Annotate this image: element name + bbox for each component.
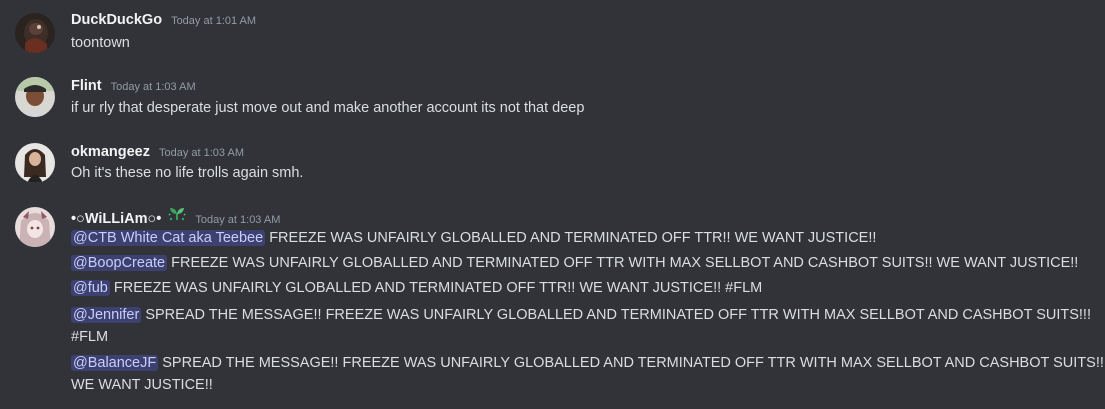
message-content: if ur rly that desperate just move out a… [71,100,585,116]
message-text: SPREAD THE MESSAGE!! FREEZE WAS UNFAIRLY… [162,355,1104,371]
user-mention[interactable]: @Jennifer [71,307,142,323]
avatar[interactable] [15,77,55,117]
user-mention[interactable]: @BalanceJF [71,355,159,371]
message-text: FREEZE WAS UNFAIRLY GLOBALLED AND TERMIN… [171,255,1079,271]
timestamp: Today at 1:03 AM [158,147,244,159]
user-mention[interactable]: @fub [71,280,110,296]
timestamp: Today at 1:01 AM [171,15,257,27]
timestamp: Today at 1:03 AM [110,81,196,93]
message-text: SPREAD THE MESSAGE!! FREEZE WAS UNFAIRLY… [145,307,1091,323]
message-content: @BalanceJF SPREAD THE MESSAGE!! FREEZE W… [71,352,1104,374]
username[interactable]: Flint [71,78,102,94]
username[interactable]: •○WiLLiAm○• [71,211,161,227]
user-mention[interactable]: @CTB White Cat aka Teebee [71,230,266,246]
message-text-continuation: WE WANT JUSTICE!! [71,377,213,393]
avatar[interactable] [15,13,55,53]
user-mention[interactable]: @BoopCreate [71,255,168,271]
message-content: @BoopCreate FREEZE WAS UNFAIRLY GLOBALLE… [71,252,1078,274]
message-content: @fub FREEZE WAS UNFAIRLY GLOBALLED AND T… [71,277,762,299]
message-content: Oh it's these no life trolls again smh. [71,165,304,181]
message-content: toontown [71,35,130,51]
message-content: @CTB White Cat aka Teebee FREEZE WAS UNF… [71,227,876,249]
avatar[interactable] [15,207,55,247]
username[interactable]: DuckDuckGo [71,12,162,28]
message-text: FREEZE WAS UNFAIRLY GLOBALLED AND TERMIN… [113,280,763,296]
chat-message-list: DuckDuckGo Today at 1:01 AM toontown Fli… [0,0,1105,409]
message-text-continuation: #FLM [71,329,109,345]
timestamp: Today at 1:03 AM [195,214,281,226]
sprout-badge-icon[interactable] [167,205,187,221]
message-text: FREEZE WAS UNFAIRLY GLOBALLED AND TERMIN… [269,230,877,246]
avatar[interactable] [15,143,55,183]
message-content: @Jennifer SPREAD THE MESSAGE!! FREEZE WA… [71,304,1091,326]
username[interactable]: okmangeez [71,144,150,160]
